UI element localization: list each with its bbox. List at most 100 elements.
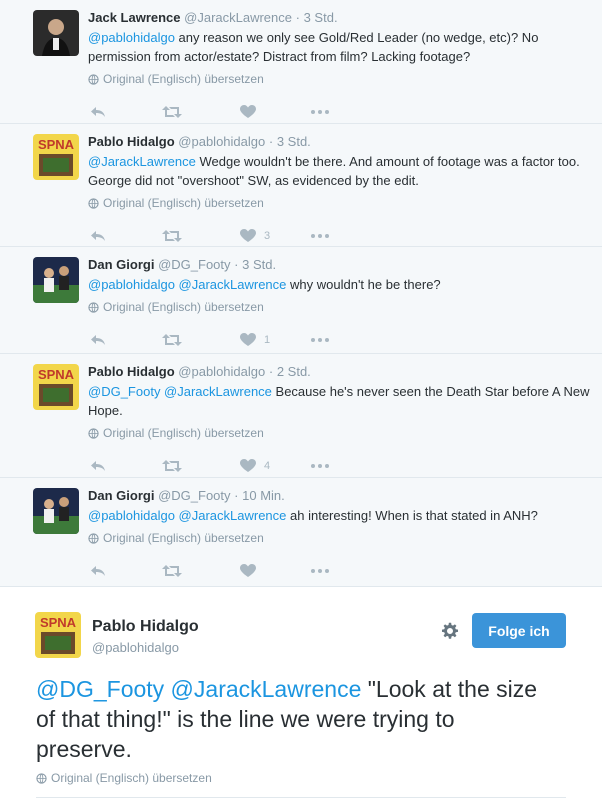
tweet-body: ah interesting! When is that stated in A… [286,508,538,523]
like-count: 3 [264,230,271,242]
more-icon [311,338,329,342]
author-name[interactable]: Pablo Hidalgo [92,618,199,636]
translate-link[interactable]: Original (Englisch) übersetzen [88,196,590,210]
translate-link[interactable]: Original (Englisch) übersetzen [88,426,590,440]
avatar[interactable] [33,488,79,534]
focused-tweet: SPNA Pablo Hidalgo @pablohidalgo Folge i… [0,587,602,800]
tweet-header: Dan Giorgi @DG_Footy · 3 Std. [88,257,590,273]
like-button[interactable] [240,105,311,119]
avatar[interactable]: SPNA [33,364,79,410]
tweet[interactable]: Dan Giorgi @DG_Footy · 3 Std. @pablohida… [0,247,602,354]
translate-label: Original (Englisch) übersetzen [51,771,212,785]
translate-label: Original (Englisch) übersetzen [103,300,264,314]
author-name[interactable]: Pablo Hidalgo [88,134,175,149]
tweet-text: @pablohidalgo any reason we only see Gol… [88,28,590,66]
author-handle[interactable]: @JarackLawrence [184,10,292,25]
avatar[interactable] [33,10,79,56]
timestamp[interactable]: 2 Std. [277,364,311,379]
tweet-text: @DG_Footy @JarackLawrence "Look at the s… [36,674,556,764]
more-button[interactable] [311,110,351,114]
retweet-button[interactable] [162,333,240,347]
more-button[interactable] [311,464,351,468]
more-button[interactable] [311,338,351,342]
tweet[interactable]: SPNA Pablo Hidalgo @pablohidalgo · 3 Std… [0,124,602,247]
more-icon [311,569,329,573]
retweet-button[interactable] [162,105,240,119]
like-count: 4 [264,460,271,472]
timestamp[interactable]: 3 Std. [304,10,338,25]
mention-link[interactable]: @DG_Footy @JarackLawrence [88,384,272,399]
retweet-icon [162,230,182,242]
like-button[interactable]: 1 [240,333,311,347]
reply-button[interactable] [90,564,162,578]
like-count: 1 [264,334,271,346]
tweet[interactable]: Jack Lawrence @JarackLawrence · 3 Std. @… [0,0,602,124]
retweet-icon [162,334,182,346]
tweet-text: @pablohidalgo @JarackLawrence ah interes… [88,506,590,525]
translate-label: Original (Englisch) übersetzen [103,426,264,440]
tweet-header: Dan Giorgi @DG_Footy · 10 Min. [88,488,590,504]
tweet-header: Pablo Hidalgo @pablohidalgo · 2 Std. [88,364,590,380]
translate-link[interactable]: Original (Englisch) übersetzen [88,300,590,314]
tweet-text: @pablohidalgo @JarackLawrence why wouldn… [88,275,590,294]
reply-button[interactable] [90,459,162,473]
author-name[interactable]: Dan Giorgi [88,488,154,503]
tweet[interactable]: Dan Giorgi @DG_Footy · 10 Min. @pablohid… [0,478,602,587]
settings-button[interactable] [441,622,459,645]
timestamp[interactable]: 3 Std. [277,134,311,149]
separator: · [295,10,300,25]
globe-icon [88,427,99,439]
tweet[interactable]: SPNA Pablo Hidalgo @pablohidalgo · 2 Std… [0,354,602,478]
reply-icon [91,231,105,241]
mention-link[interactable]: @DG_Footy @JarackLawrence [36,676,361,702]
heart-icon [240,229,256,242]
retweet-button[interactable] [162,229,240,243]
timestamp[interactable]: 10 Min. [242,488,285,503]
mention-link[interactable]: @pablohidalgo @JarackLawrence [88,508,286,523]
like-button[interactable]: 4 [240,459,311,473]
svg-text:SPNA: SPNA [38,367,75,382]
follow-button[interactable]: Folge ich [472,613,566,648]
mention-link[interactable]: @pablohidalgo [88,30,175,45]
gear-icon [441,622,459,639]
separator: · [268,364,274,379]
globe-icon [88,301,99,313]
reply-icon [91,335,105,345]
translate-label: Original (Englisch) übersetzen [103,72,264,86]
retweet-button[interactable] [162,564,240,578]
author-name[interactable]: Dan Giorgi [88,257,154,272]
avatar[interactable]: SPNA [33,134,79,180]
translate-label: Original (Englisch) übersetzen [103,531,264,545]
reply-button[interactable] [90,229,162,243]
like-button[interactable] [240,564,311,578]
globe-icon [88,73,99,85]
svg-text:SPNA: SPNA [40,615,77,630]
globe-icon [88,197,99,209]
retweet-button[interactable] [162,459,240,473]
reply-button[interactable] [90,105,162,119]
author-handle[interactable]: @pablohidalgo [178,364,265,379]
mention-link[interactable]: @pablohidalgo @JarackLawrence [88,277,286,292]
reply-button[interactable] [90,333,162,347]
author-handle[interactable]: @pablohidalgo [178,134,265,149]
avatar[interactable] [33,257,79,303]
tweet-body: why wouldn't he be there? [286,277,441,292]
heart-icon [240,105,256,118]
reply-icon [91,566,105,576]
translate-link[interactable]: Original (Englisch) übersetzen [88,72,590,86]
author-name[interactable]: Pablo Hidalgo [88,364,175,379]
avatar[interactable]: SPNA [35,612,81,658]
author-handle[interactable]: @DG_Footy [158,257,230,272]
author-name[interactable]: Jack Lawrence [88,10,181,25]
more-button[interactable] [311,234,351,238]
translate-link[interactable]: Original (Englisch) übersetzen [88,531,590,545]
more-button[interactable] [311,569,351,573]
author-handle[interactable]: @DG_Footy [158,488,230,503]
author-handle[interactable]: @pablohidalgo [92,640,179,655]
mention-link[interactable]: @JarackLawrence [88,154,196,169]
timestamp[interactable]: 3 Std. [242,257,276,272]
svg-text:SPNA: SPNA [38,137,75,152]
like-button[interactable]: 3 [240,229,311,243]
translate-link[interactable]: Original (Englisch) übersetzen [36,771,212,785]
separator: · [234,488,239,503]
